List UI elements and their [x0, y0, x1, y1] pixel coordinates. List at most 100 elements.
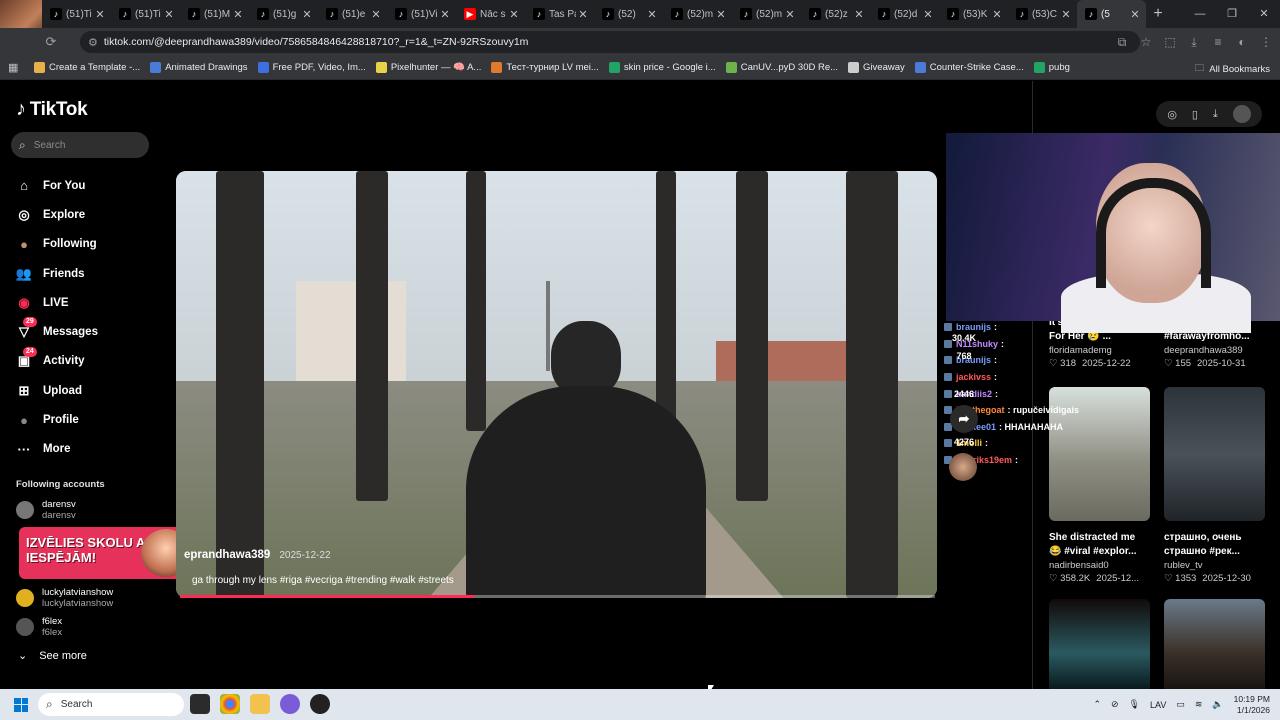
author-avatar[interactable]: [949, 453, 977, 481]
sidebar-item-live[interactable]: ◉ LIVE: [15, 288, 165, 317]
recommended-video-card[interactable]: She distracted me 😂 #viral #explor... nad…: [1049, 387, 1150, 584]
video-progress-bar[interactable]: [180, 595, 935, 598]
mic-icon[interactable]: 🎙: [1129, 699, 1140, 710]
browser-tab[interactable]: ♪ (51)M ✕: [180, 0, 249, 28]
close-tab-icon[interactable]: ✕: [1128, 8, 1142, 21]
url-field[interactable]: ⚙ tiktok.com/@deeprandhawa389/video/7586…: [80, 31, 1140, 53]
discord-icon[interactable]: [280, 694, 300, 714]
sidebar-item-upload[interactable]: ⊞ Upload: [15, 376, 165, 405]
bookmark-item[interactable]: CanUV...pyD 30D Re...: [725, 62, 838, 73]
browser-tab[interactable]: ♪ (51)Ti ✕: [42, 0, 111, 28]
card-author[interactable]: nadirbensaid0: [1049, 560, 1150, 571]
close-tab-icon[interactable]: ✕: [1059, 8, 1073, 21]
close-tab-icon[interactable]: ✕: [990, 8, 1004, 21]
bookmark-item[interactable]: skin price - Google i...: [608, 62, 716, 73]
user-avatar[interactable]: [1232, 105, 1251, 123]
promo-banner[interactable]: IZVĒLIES SKOLU AR IESPĒJĀM!: [19, 527, 199, 579]
file-explorer-icon[interactable]: [250, 694, 270, 714]
browser-tab[interactable]: ♪ (52)m ✕: [732, 0, 801, 28]
see-more-button[interactable]: ⌄ See more: [18, 649, 87, 663]
video-thumbnail[interactable]: [1049, 599, 1150, 689]
close-tab-icon[interactable]: ✕: [783, 8, 797, 21]
browser-tab[interactable]: ♪ (52) ✕: [594, 0, 663, 28]
card-author[interactable]: rublev_tv: [1164, 560, 1265, 571]
download-app-icon[interactable]: ⤓: [1213, 108, 1218, 121]
card-author[interactable]: floridamademg: [1049, 345, 1150, 356]
browser-tab[interactable]: ♪ (53)C ✕: [1008, 0, 1077, 28]
tray-chevron-icon[interactable]: ⌃: [1093, 699, 1101, 710]
close-tab-icon[interactable]: ✕: [231, 8, 245, 21]
taskbar-search[interactable]: ⌕ Search: [38, 693, 184, 716]
volume-icon[interactable]: 🔈: [1212, 699, 1223, 710]
site-info-icon[interactable]: ⚙: [88, 36, 98, 49]
close-tab-icon[interactable]: ✕: [438, 8, 452, 21]
bookmark-item[interactable]: pubg: [1033, 62, 1070, 73]
bookmark-item[interactable]: Create a Template -...: [34, 62, 140, 73]
close-tab-icon[interactable]: ✕: [369, 8, 383, 21]
media-icon[interactable]: ≡: [1210, 32, 1226, 52]
bookmark-item[interactable]: Тест-турнир LV mei...: [491, 62, 599, 73]
browser-tab[interactable]: ♪ (51)e ✕: [318, 0, 387, 28]
minimize-button[interactable]: —: [1184, 0, 1216, 28]
search-input[interactable]: ⌕ Search: [11, 132, 149, 158]
close-tab-icon[interactable]: ✕: [714, 8, 728, 21]
clock[interactable]: 10:19 PM 1/1/2026: [1234, 694, 1270, 716]
close-tab-icon[interactable]: ✕: [93, 8, 107, 21]
bookmark-item[interactable]: Counter-Strike Case...: [914, 62, 1024, 73]
sidebar-item-explore[interactable]: ◎ Explore: [15, 200, 165, 229]
browser-tab[interactable]: ▶ Nāc s ✕: [456, 0, 525, 28]
browser-tab[interactable]: ♪ (51)g ✕: [249, 0, 318, 28]
sidebar-item-for-you[interactable]: ⌂ For You: [15, 171, 165, 200]
close-window-button[interactable]: ✕: [1248, 0, 1280, 28]
following-account[interactable]: luckylatvianshow luckylatvianshow: [16, 587, 113, 609]
sidebar-item-messages[interactable]: ▽ 29 Messages: [15, 317, 165, 346]
browser-tab[interactable]: ♪ (5 ✕: [1077, 0, 1146, 28]
close-tab-icon[interactable]: ✕: [921, 8, 935, 21]
wifi-icon[interactable]: ≋: [1195, 699, 1203, 710]
profile-icon[interactable]: ◐: [1234, 32, 1250, 52]
sidebar-item-following[interactable]: ● Following: [15, 230, 165, 259]
close-tab-icon[interactable]: ✕: [507, 8, 521, 21]
video-thumbnail[interactable]: [1164, 387, 1265, 521]
coins-icon[interactable]: ◎: [1167, 108, 1177, 121]
all-bookmarks-button[interactable]: 🗀 All Bookmarks: [1195, 61, 1270, 77]
maximize-button[interactable]: ❐: [1216, 0, 1248, 28]
close-tab-icon[interactable]: ✕: [300, 8, 314, 21]
bookmark-item[interactable]: Animated Drawings: [150, 62, 248, 73]
video-thumbnail[interactable]: [1164, 599, 1265, 689]
apps-grid-icon[interactable]: ▦: [8, 61, 22, 74]
tiktok-logo[interactable]: ♪ TikTok: [16, 98, 88, 121]
network-off-icon[interactable]: ⊘: [1111, 699, 1119, 710]
browser-tab[interactable]: ♪ (52)m ✕: [663, 0, 732, 28]
close-tab-icon[interactable]: ✕: [645, 8, 659, 21]
download-icon[interactable]: ⤓: [1186, 32, 1202, 52]
bookmark-item[interactable]: Free PDF, Video, Im...: [257, 62, 366, 73]
extensions-icon[interactable]: ⬚: [1162, 32, 1178, 52]
sidebar-item-more[interactable]: ··· More: [15, 435, 165, 464]
close-tab-icon[interactable]: ✕: [852, 8, 866, 21]
sidebar-item-profile[interactable]: ● Profile: [15, 405, 165, 434]
reload-icon[interactable]: ⟳: [40, 34, 62, 50]
following-account[interactable]: f6lex f6lex: [16, 616, 62, 638]
language-indicator[interactable]: LAV: [1150, 700, 1166, 710]
install-icon[interactable]: ⧉: [1114, 32, 1130, 52]
card-author[interactable]: deeprandhawa389: [1164, 345, 1265, 356]
bookmark-item[interactable]: Giveaway: [848, 62, 905, 73]
browser-tab[interactable]: ♪ Tas Pa✕: [525, 0, 594, 28]
chrome-icon[interactable]: [220, 694, 240, 714]
sidebar-item-friends[interactable]: 👥 Friends: [15, 259, 165, 288]
browser-tab[interactable]: ♪ (52)z ✕: [801, 0, 870, 28]
browser-tab[interactable]: ♪ (51)Vi ✕: [387, 0, 456, 28]
bookmark-item[interactable]: Pixelhunter — 🧠 A...: [375, 62, 481, 73]
app-icon[interactable]: [310, 694, 330, 714]
new-tab-button[interactable]: +: [1146, 5, 1170, 23]
following-account[interactable]: darensv darensv: [16, 499, 76, 521]
windows-start-icon[interactable]: [14, 697, 28, 712]
recommended-video-card[interactable]: страшно, очень страшно #рек... rublev_tv ♡…: [1164, 387, 1265, 584]
sidebar-item-activity[interactable]: ▣ 24 Activity: [15, 346, 165, 376]
task-view-icon[interactable]: [190, 694, 210, 714]
bookmark-star-icon[interactable]: ☆: [1138, 32, 1154, 52]
browser-tab[interactable]: ♪ (52)d ✕: [870, 0, 939, 28]
video-author[interactable]: eprandhawa389: [184, 549, 270, 561]
device-icon[interactable]: ▯: [1192, 108, 1198, 121]
